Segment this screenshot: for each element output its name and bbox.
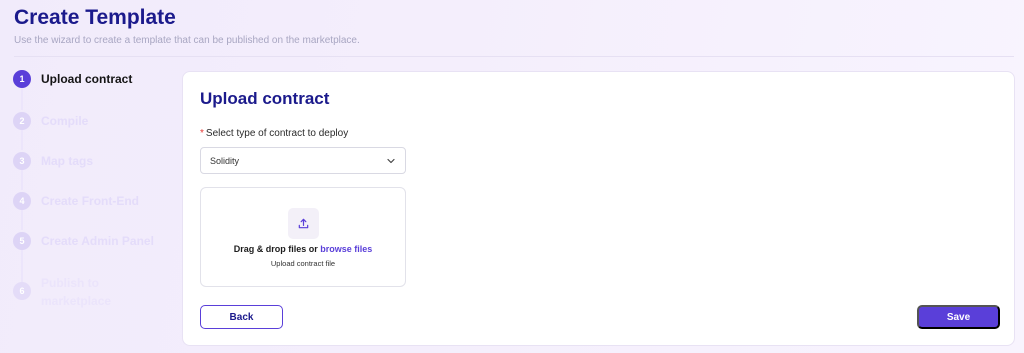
step-label: Upload contract [41, 72, 133, 86]
step-label: Map tags [41, 154, 94, 168]
step-label: Create Admin Panel [41, 234, 154, 248]
browse-files-link[interactable]: browse files [320, 244, 372, 254]
upload-button[interactable] [288, 208, 319, 239]
chevron-down-icon [387, 158, 395, 163]
upload-contract-card: Upload contract * Select type of contract… [182, 71, 1015, 346]
step-connector [21, 208, 23, 230]
contract-type-value: Solidity [210, 155, 240, 166]
back-button[interactable]: Back [200, 305, 283, 329]
step-number: 6 [13, 282, 31, 300]
step-upload-contract[interactable]: 1 Upload contract [13, 70, 132, 88]
page-subtitle: Use the wizard to create a template that… [14, 35, 360, 46]
dropzone-hint: Upload contract file [270, 259, 336, 268]
page-title: Create Template [14, 6, 176, 29]
step-label: Publish to marketplace [41, 276, 112, 308]
step-number: 4 [13, 192, 31, 210]
step-create-front-end[interactable]: 4 Create Front-End [13, 192, 139, 210]
step-create-admin-panel[interactable]: 5 Create Admin Panel [13, 232, 154, 250]
required-mark: * [200, 128, 204, 139]
dropzone-text-prefix: Drag & drop files or [233, 244, 321, 254]
step-number: 2 [13, 112, 31, 130]
dropzone-text: Drag & drop files or browse files [201, 244, 405, 254]
step-connector [21, 88, 23, 110]
save-button[interactable]: Save [917, 305, 1000, 329]
step-publish-to-marketplace[interactable]: 6 Publish to marketplace [13, 276, 151, 318]
step-compile[interactable]: 2 Compile [13, 112, 88, 130]
card-title: Upload contract [200, 89, 330, 108]
file-dropzone[interactable]: Drag & drop files or browse files Upload… [200, 187, 406, 287]
step-connector [21, 248, 23, 282]
upload-icon [298, 218, 309, 229]
contract-type-select[interactable]: Solidity [200, 147, 406, 174]
header-divider [14, 56, 1014, 57]
step-label: Create Front-End [41, 194, 140, 208]
step-connector [21, 128, 23, 150]
step-connector [21, 168, 23, 190]
step-number: 1 [13, 70, 31, 88]
contract-type-label-text: Select type of contract to deploy [205, 128, 349, 139]
step-label: Compile [41, 114, 89, 128]
step-map-tags[interactable]: 3 Map tags [13, 152, 93, 170]
contract-type-label: * Select type of contract to deploy [200, 128, 348, 139]
step-number: 3 [13, 152, 31, 170]
step-number: 5 [13, 232, 31, 250]
